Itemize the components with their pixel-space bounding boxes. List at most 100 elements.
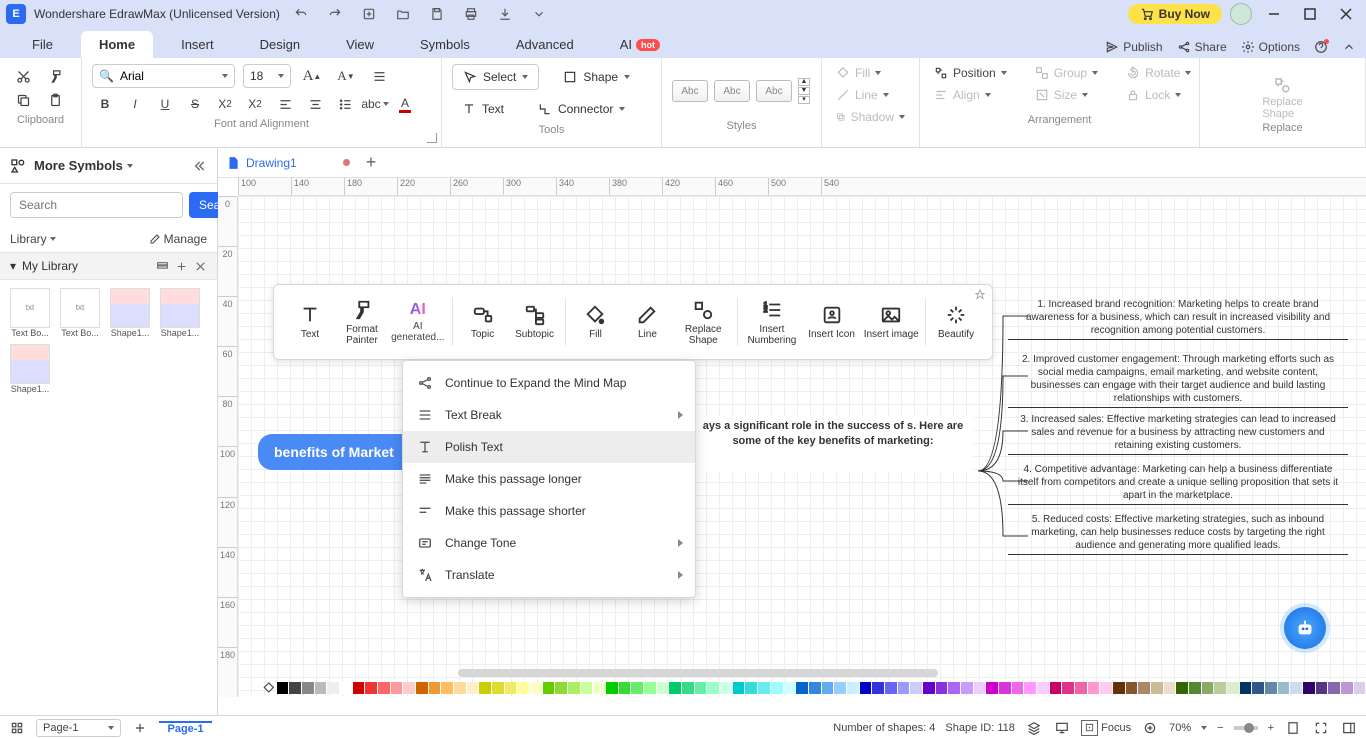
list-view-icon[interactable] <box>156 260 169 273</box>
color-swatch[interactable] <box>1037 682 1049 694</box>
horizontal-scrollbar[interactable] <box>458 669 938 677</box>
menu-advanced[interactable]: Advanced <box>498 31 592 58</box>
help-button[interactable] <box>1314 40 1328 54</box>
underline-button[interactable]: U <box>152 92 178 116</box>
color-swatch[interactable] <box>568 682 580 694</box>
ctx-line[interactable]: Line <box>621 290 673 354</box>
font-size-combo[interactable]: 18 <box>243 64 291 88</box>
color-swatch[interactable] <box>771 682 783 694</box>
library-dropdown[interactable]: Library <box>10 232 56 246</box>
color-swatch[interactable] <box>543 682 555 694</box>
rotate-button[interactable]: Rotate <box>1122 62 1195 84</box>
color-swatch[interactable] <box>1252 682 1264 694</box>
fullscreen-icon[interactable] <box>1312 719 1330 737</box>
color-swatch[interactable] <box>1164 682 1176 694</box>
fill-button[interactable]: Fill <box>832 62 909 84</box>
ai-continue-expand[interactable]: Continue to Expand the Mind Map <box>403 367 695 399</box>
color-swatch[interactable] <box>416 682 428 694</box>
shape-item[interactable]: Shape1... <box>156 288 204 338</box>
font-name-input[interactable] <box>120 69 216 83</box>
color-swatch[interactable] <box>378 682 390 694</box>
color-swatch[interactable] <box>517 682 529 694</box>
share-button[interactable]: Share <box>1177 40 1227 54</box>
color-swatch[interactable] <box>479 682 491 694</box>
color-swatch[interactable] <box>669 682 681 694</box>
color-swatch[interactable] <box>1113 682 1125 694</box>
color-swatch[interactable] <box>289 682 301 694</box>
superscript-button[interactable]: X2 <box>212 92 238 116</box>
group-button[interactable]: Group <box>1031 62 1102 84</box>
color-swatch[interactable] <box>1341 682 1353 694</box>
text-tool[interactable]: Text <box>452 96 514 122</box>
color-swatch[interactable] <box>1214 682 1226 694</box>
manage-button[interactable]: Manage <box>149 232 207 246</box>
align-v-button[interactable] <box>302 92 328 116</box>
mindmap-leaf[interactable]: 3. Increased sales: Effective marketing … <box>1008 411 1348 455</box>
cut-button[interactable] <box>10 64 36 88</box>
format-painter-button[interactable] <box>42 64 68 88</box>
color-swatch[interactable] <box>860 682 872 694</box>
ai-polish-text[interactable]: Polish Text <box>403 431 695 463</box>
mindmap-leaf[interactable]: 1. Increased brand recognition: Marketin… <box>1008 296 1348 340</box>
symbol-search-input[interactable] <box>10 192 183 218</box>
color-swatch[interactable] <box>441 682 453 694</box>
menu-view[interactable]: View <box>328 31 392 58</box>
shadow-button[interactable]: Shadow <box>832 106 909 128</box>
color-swatch[interactable] <box>1151 682 1163 694</box>
color-swatch[interactable] <box>974 682 986 694</box>
document-tab[interactable]: Drawing1 <box>226 156 350 170</box>
color-swatch[interactable] <box>505 682 517 694</box>
menu-symbols[interactable]: Symbols <box>402 31 488 58</box>
ctx-fill[interactable]: Fill <box>569 290 621 354</box>
color-swatch[interactable] <box>1316 682 1328 694</box>
align-h-button[interactable] <box>272 92 298 116</box>
color-swatch[interactable] <box>365 682 377 694</box>
zoom-level[interactable]: 70% <box>1169 722 1191 734</box>
panel-toggle-icon[interactable] <box>1340 719 1358 737</box>
zoom-out-button[interactable]: − <box>1217 722 1223 734</box>
shape-item[interactable]: Shape1... <box>106 288 154 338</box>
mindmap-leaf[interactable]: 4. Competitive advantage: Marketing can … <box>1008 461 1348 505</box>
ctx-format-painter[interactable]: Format Painter <box>336 290 388 354</box>
layers-icon[interactable] <box>1025 719 1043 737</box>
color-swatch[interactable] <box>606 682 618 694</box>
color-swatch[interactable] <box>999 682 1011 694</box>
style-preset[interactable]: Abc <box>672 80 708 102</box>
align-button[interactable]: Align <box>930 84 1011 106</box>
color-swatch[interactable] <box>1088 682 1100 694</box>
lock-button[interactable]: Lock <box>1122 84 1195 106</box>
more-symbols-button[interactable]: More Symbols <box>34 158 133 173</box>
color-swatch[interactable] <box>340 682 352 694</box>
presentation-icon[interactable] <box>1053 719 1071 737</box>
ai-text-break[interactable]: Text Break <box>403 399 695 431</box>
color-swatch[interactable] <box>1278 682 1290 694</box>
line-button[interactable]: Line <box>832 84 909 106</box>
fit-page-icon[interactable] <box>1284 719 1302 737</box>
replace-shape-button[interactable]: Replace Shape <box>1262 76 1302 120</box>
ribbon-collapse-button[interactable] <box>1342 40 1356 54</box>
shape-tool[interactable]: Shape <box>553 64 640 90</box>
color-swatch[interactable] <box>1227 682 1239 694</box>
color-swatch[interactable] <box>644 682 656 694</box>
color-swatch[interactable] <box>454 682 466 694</box>
page-selector[interactable]: Page-1 <box>36 719 121 737</box>
ai-assistant-fab[interactable] <box>1284 607 1326 649</box>
color-swatch[interactable] <box>1024 682 1036 694</box>
focus-button[interactable]: ⊡Focus <box>1081 721 1131 734</box>
color-swatch[interactable] <box>467 682 479 694</box>
color-swatch[interactable] <box>1202 682 1214 694</box>
save-icon[interactable] <box>424 3 450 25</box>
color-swatch[interactable] <box>1126 682 1138 694</box>
menu-home[interactable]: Home <box>81 31 153 58</box>
color-swatch[interactable] <box>327 682 339 694</box>
font-name-combo[interactable]: 🔍 <box>92 64 235 88</box>
color-swatch[interactable] <box>530 682 542 694</box>
color-swatch[interactable] <box>391 682 403 694</box>
shrink-font-button[interactable]: A▼ <box>333 64 359 88</box>
color-swatch[interactable] <box>847 682 859 694</box>
color-swatch[interactable] <box>758 682 770 694</box>
menu-design[interactable]: Design <box>242 31 318 58</box>
mindmap-leaf[interactable]: 5. Reduced costs: Effective marketing st… <box>1008 511 1348 555</box>
options-button[interactable]: Options <box>1241 40 1300 54</box>
color-swatch[interactable] <box>1100 682 1112 694</box>
